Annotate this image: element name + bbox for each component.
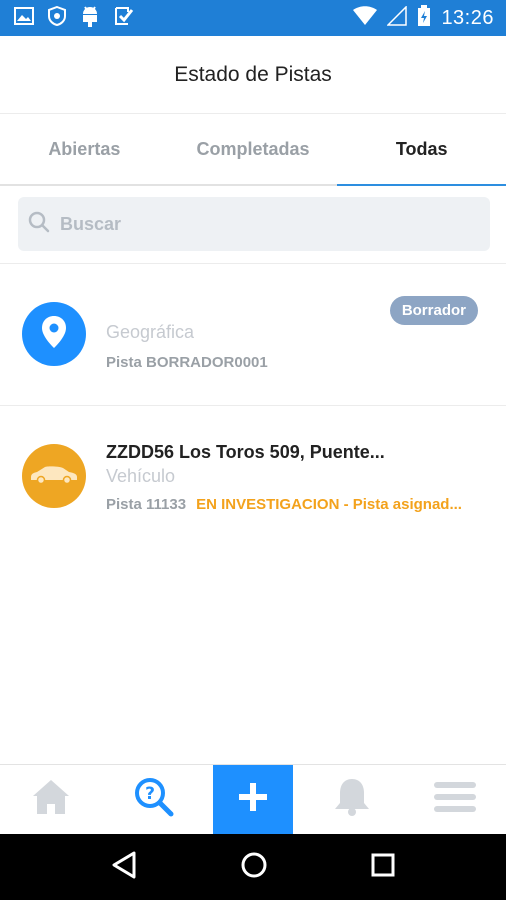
item-id: Pista 11133 [106, 496, 187, 513]
image-icon [14, 6, 34, 30]
android-icon [80, 5, 100, 32]
tab-abiertas[interactable]: Abiertas [0, 114, 169, 184]
search-box[interactable] [18, 197, 490, 251]
search-input[interactable] [60, 213, 460, 235]
bottom-navigation: ? [0, 764, 506, 834]
home-icon [31, 778, 71, 821]
search-icon [28, 211, 50, 238]
home-circle-icon[interactable] [240, 851, 268, 884]
check-app-icon [114, 6, 134, 31]
search-help-icon: ? [133, 776, 175, 823]
list-item[interactable]: Geográfica Pista BORRADOR0001 Borrador [0, 264, 506, 406]
item-meta: Pista 11133 EN INVESTIGACION - Pista asig… [106, 496, 462, 513]
status-time: 13:26 [441, 6, 494, 29]
menu-icon [433, 780, 476, 819]
item-status: EN INVESTIGACION - Pista asignad... [196, 496, 462, 513]
system-navigation-bar [0, 834, 506, 900]
recent-apps-icon[interactable] [371, 853, 395, 882]
location-pin-icon [41, 315, 67, 354]
car-icon [29, 463, 79, 490]
item-avatar [22, 444, 86, 508]
item-id: Pista BORRADOR0001 [106, 354, 268, 371]
signal-icon [386, 4, 408, 31]
add-button[interactable] [213, 765, 293, 834]
item-type: Geográfica [106, 322, 195, 342]
nav-notifications-button[interactable] [301, 765, 404, 834]
nav-search-button[interactable]: ? [103, 765, 206, 834]
shield-icon [48, 5, 66, 31]
tab-bar: Abiertas Completadas Todas [0, 114, 506, 186]
search-section [0, 186, 506, 264]
nav-home-button[interactable] [0, 765, 103, 834]
add-icon [239, 783, 267, 816]
nav-menu-button[interactable] [404, 765, 506, 834]
app-screen: 13:26 Estado de Pistas Abiertas Completa… [0, 0, 506, 900]
battery-icon [417, 4, 431, 32]
bell-icon [333, 777, 371, 822]
item-avatar [22, 302, 86, 366]
status-bar: 13:26 [0, 0, 506, 36]
page-title: Estado de Pistas [174, 62, 332, 86]
wifi-icon [353, 5, 378, 31]
tab-todas[interactable]: Todas [337, 114, 506, 186]
svg-text:?: ? [145, 784, 155, 804]
list-item[interactable]: ZZDD56 Los Toros 509, Puente... Vehículo… [0, 406, 506, 542]
item-title: ZZDD56 Los Toros 509, Puente... [106, 442, 385, 462]
back-icon[interactable] [111, 851, 137, 884]
app-header: Estado de Pistas [0, 36, 506, 114]
item-type: Vehículo [106, 466, 176, 486]
status-badge: Borrador [389, 296, 478, 325]
tab-completadas[interactable]: Completadas [169, 114, 338, 184]
